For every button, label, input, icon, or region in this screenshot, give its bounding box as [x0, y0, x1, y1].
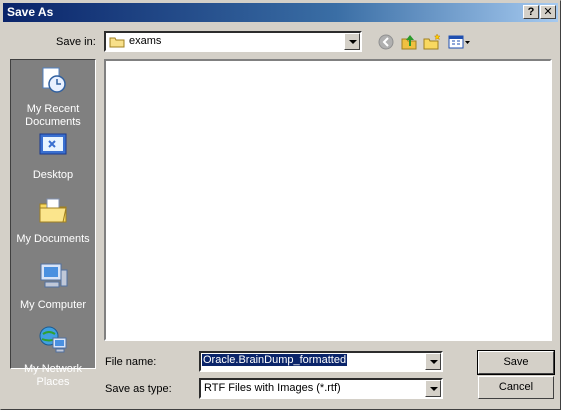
place-label: My Recent Documents — [25, 103, 81, 128]
cancel-button[interactable]: Cancel — [478, 376, 554, 399]
chevron-down-icon[interactable] — [425, 380, 441, 397]
help-button[interactable]: ? — [523, 5, 539, 19]
recent-documents-icon — [42, 67, 66, 93]
dialog-title: Save As — [7, 5, 54, 19]
title-bar[interactable]: Save As ? ✕ — [3, 3, 558, 22]
new-folder-icon[interactable] — [423, 33, 441, 51]
place-label: My Network Places — [23, 363, 83, 388]
save-in-value: exams — [129, 35, 162, 47]
save-as-type-label: Save as type: — [105, 383, 172, 395]
save-as-type-dropdown[interactable]: RTF Files with Images (*.rtf) — [199, 378, 443, 399]
place-my-documents[interactable]: My Documents — [11, 194, 95, 246]
folder-icon — [109, 37, 125, 48]
place-label: My Documents — [16, 233, 90, 245]
back-arrow-icon[interactable] — [377, 33, 395, 51]
places-bar: My Recent Documents Desktop My Documents — [10, 59, 96, 388]
file-list[interactable] — [104, 59, 552, 341]
save-in-label: Save in: — [56, 36, 96, 48]
my-documents-icon — [39, 198, 67, 223]
file-name-value[interactable]: Oracle.BrainDump_formatted — [202, 354, 348, 366]
place-my-network-places[interactable]: My Network Places — [11, 324, 95, 389]
save-as-dialog: Save As ? ✕ Save in: exams My Recent Doc… — [0, 0, 561, 410]
desktop-icon — [39, 133, 67, 155]
save-button[interactable]: Save — [477, 350, 555, 375]
file-name-field[interactable]: Oracle.BrainDump_formatted — [199, 351, 443, 372]
place-my-computer[interactable]: My Computer — [11, 260, 95, 312]
close-button[interactable]: ✕ — [540, 5, 556, 19]
place-my-recent-documents[interactable]: My Recent Documents — [11, 64, 95, 129]
save-in-dropdown[interactable]: exams — [104, 31, 362, 52]
chevron-down-icon[interactable] — [425, 353, 441, 370]
place-desktop[interactable]: Desktop — [11, 130, 95, 182]
views-menu-icon[interactable] — [447, 33, 471, 51]
chevron-down-icon[interactable] — [344, 33, 360, 50]
place-label: My Computer — [19, 299, 87, 311]
place-label: Desktop — [32, 169, 74, 181]
file-name-label: File name: — [105, 356, 157, 368]
up-folder-icon[interactable] — [400, 33, 418, 51]
save-as-type-value: RTF Files with Images (*.rtf) — [204, 382, 341, 394]
my-computer-icon — [40, 263, 68, 288]
network-places-icon — [39, 326, 67, 353]
